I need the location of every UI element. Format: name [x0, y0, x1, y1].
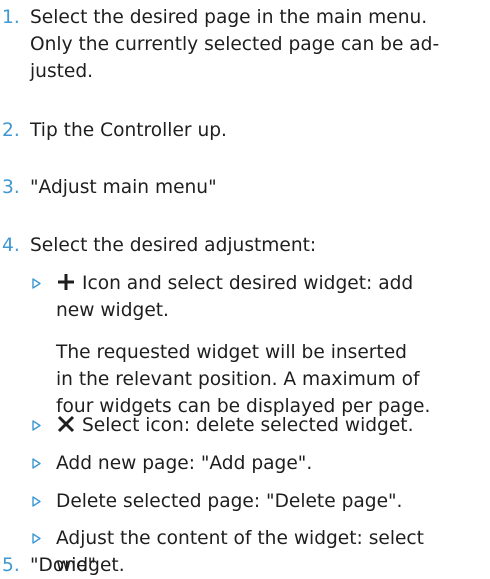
- step-number: 5.: [2, 555, 20, 576]
- step-line: Only the currently selected page can be …: [30, 34, 440, 55]
- step-line: Tip the Controller up.: [30, 120, 227, 141]
- step-text: "Adjust main menu": [30, 174, 490, 201]
- step-text: "Done": [30, 552, 490, 579]
- step-number: 3.: [2, 177, 20, 198]
- option-text: Icon and select desired widget: add new …: [56, 270, 490, 324]
- option-text: Add new page: "Add page".: [56, 450, 490, 477]
- bullet-triangle-icon: [32, 496, 41, 507]
- step-text: Select the desired adjustment:: [30, 232, 490, 259]
- step-line: justed.: [30, 61, 94, 82]
- step-text: Tip the Controller up.: [30, 117, 490, 144]
- step-text: Select the desired page in the main menu…: [30, 4, 490, 85]
- option-line: Adjust the content of the widget: select: [56, 528, 424, 549]
- bullet-triangle-icon: [32, 420, 41, 431]
- option-line-with-icon: Select icon: delete selected widget.: [56, 412, 490, 439]
- instruction-document: 1. Select the desired page in the main m…: [0, 0, 490, 579]
- option-line: Select icon: delete selected widget.: [82, 415, 414, 436]
- option-description: The requested widget will be inserted in…: [56, 339, 490, 420]
- option-line: Icon and select desired widget: add: [82, 273, 414, 294]
- step-line: "Done": [30, 555, 97, 576]
- option-line: Delete selected page: "Delete page".: [56, 491, 403, 512]
- option-text: Select icon: delete selected widget.: [56, 412, 490, 439]
- step-line: Select the desired page in the main menu…: [30, 7, 428, 28]
- option-line: new widget.: [56, 300, 169, 321]
- step-line: Select the desired adjustment:: [30, 235, 317, 256]
- step-line: "Adjust main menu": [30, 177, 217, 198]
- option-line-with-icon: Icon and select desired widget: add: [56, 270, 490, 297]
- plus-icon: [58, 274, 74, 290]
- bullet-triangle-icon: [32, 458, 41, 469]
- bullet-triangle-icon: [32, 533, 41, 544]
- step-number: 4.: [2, 235, 20, 256]
- step-number: 1.: [2, 7, 20, 28]
- description-line: in the relevant position. A maximum of: [56, 369, 420, 390]
- option-line: Add new page: "Add page".: [56, 453, 313, 474]
- option-text: Delete selected page: "Delete page".: [56, 488, 490, 515]
- bullet-triangle-icon: [32, 278, 41, 289]
- close-icon: [57, 415, 75, 433]
- step-number: 2.: [2, 120, 20, 141]
- description-line: The requested widget will be inserted: [56, 342, 407, 363]
